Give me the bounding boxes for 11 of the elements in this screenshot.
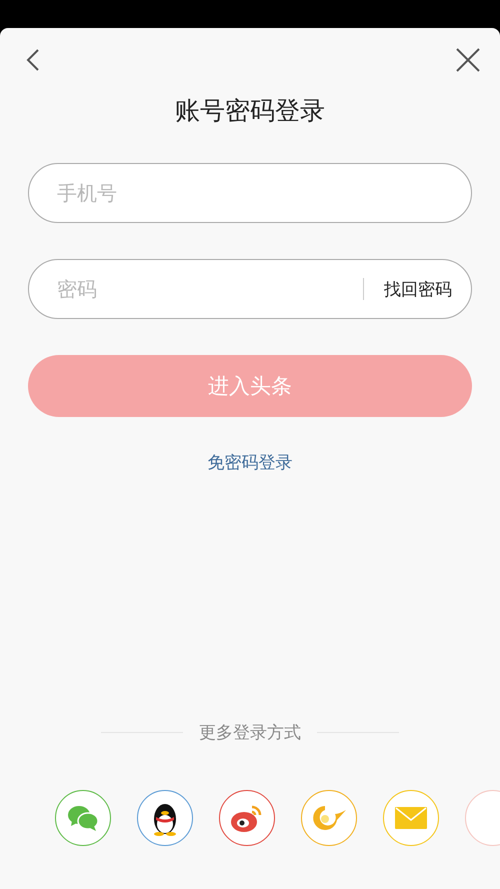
swirl-icon: [311, 804, 347, 832]
more-methods-heading: 更多登录方式: [199, 722, 301, 744]
recover-password-link[interactable]: 找回密码: [384, 278, 452, 300]
envelope-icon: [395, 807, 427, 829]
back-icon[interactable]: [26, 48, 40, 72]
eye-waves-icon: [230, 803, 264, 833]
passwordless-login-link[interactable]: 免密码登录: [208, 451, 292, 474]
phone-field[interactable]: 手机号: [28, 163, 472, 223]
page-title: 账号密码登录: [175, 95, 325, 127]
chat-bubbles-icon: [67, 804, 99, 832]
close-icon[interactable]: [456, 48, 480, 72]
